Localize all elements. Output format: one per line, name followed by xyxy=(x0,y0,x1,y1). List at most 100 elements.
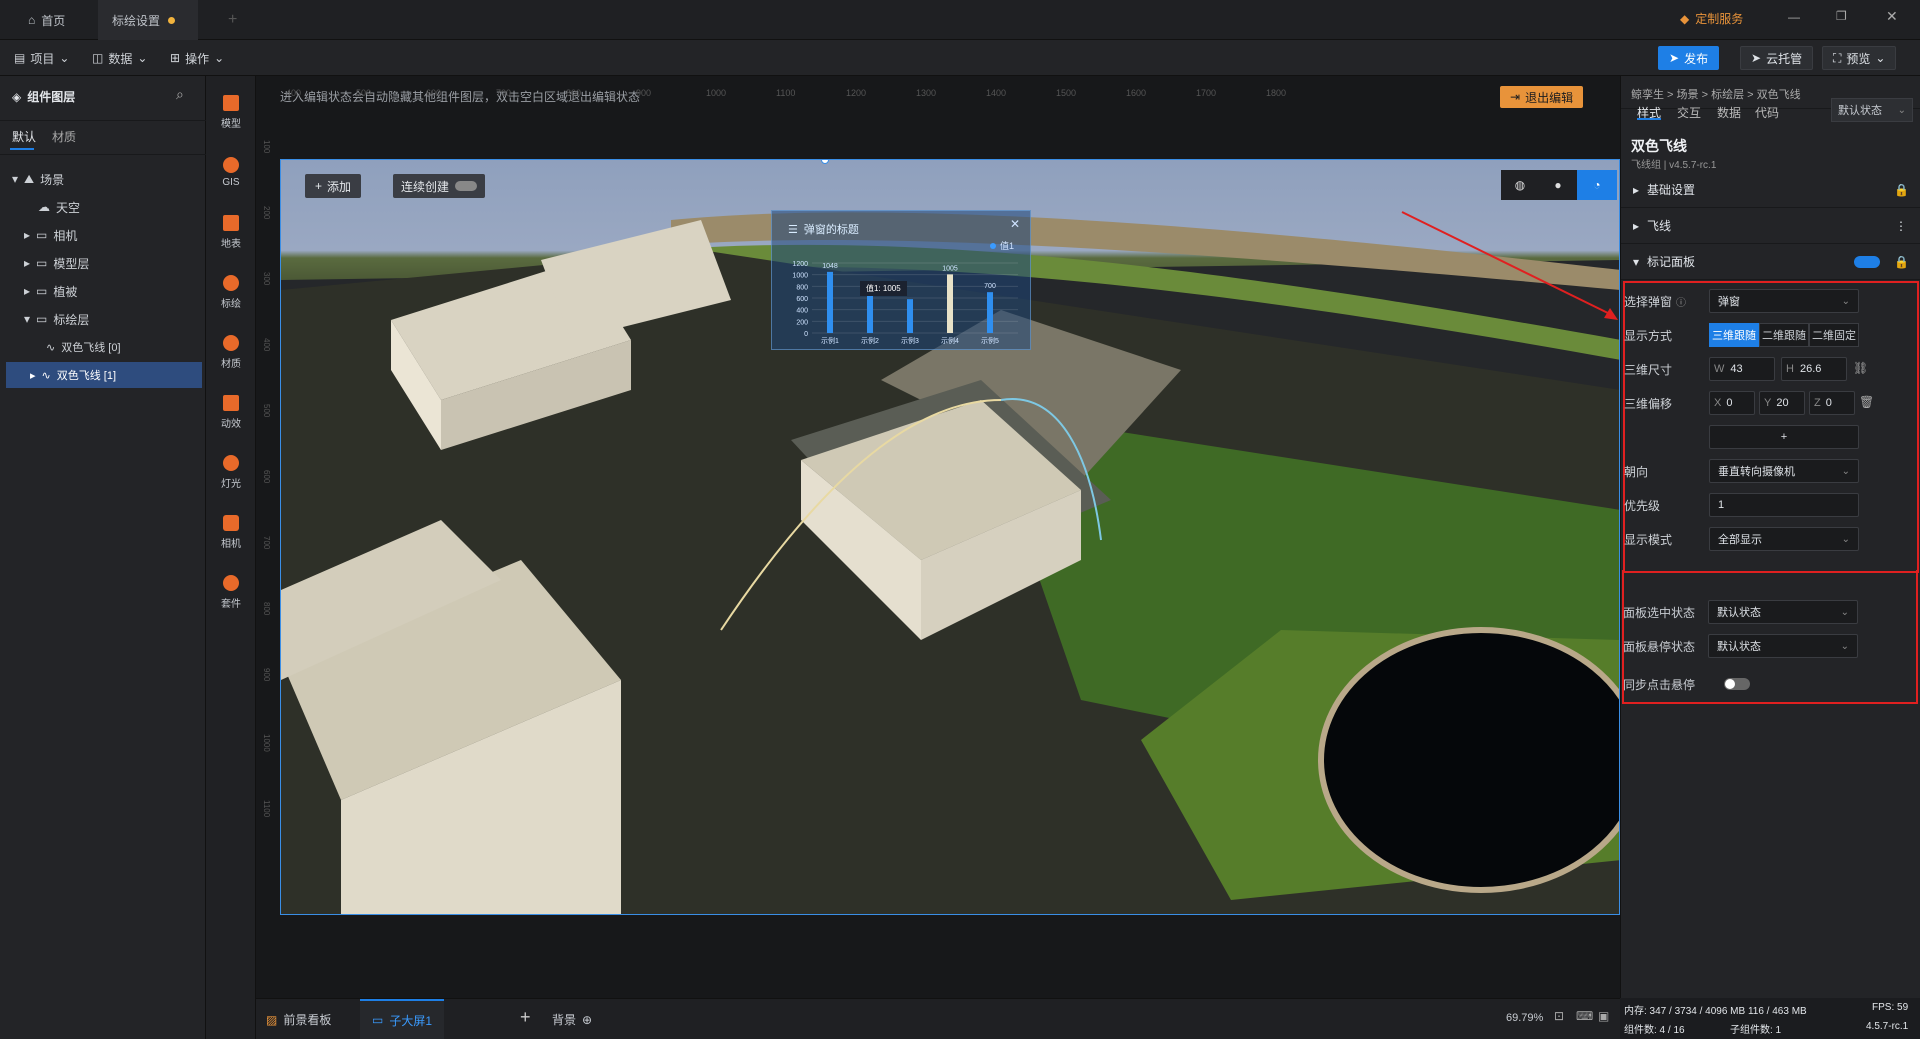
caret-down-icon: ▾ xyxy=(1633,254,1640,269)
add-offset-button[interactable]: + xyxy=(1709,425,1859,449)
close-icon[interactable]: ✕ xyxy=(1886,8,1898,25)
ruler-tick: 700 xyxy=(262,536,271,550)
orientation-select[interactable]: 垂直转向摄像机 ⌄ xyxy=(1709,459,1859,483)
tool-material[interactable]: 材质 xyxy=(206,324,256,380)
keyboard-icon[interactable]: ⌨ xyxy=(1576,1009,1593,1023)
star-icon xyxy=(223,394,239,411)
layers-title-label: 组件图层 xyxy=(27,90,76,104)
priority-input[interactable]: 1 xyxy=(1709,493,1859,517)
globe-view-icon[interactable]: ◍ xyxy=(1501,170,1539,200)
folder-icon: ▭ xyxy=(36,284,48,298)
sphere-view-icon[interactable]: ● xyxy=(1539,170,1577,200)
chevron-down-icon: ⌄ xyxy=(1875,51,1886,65)
sub-screen-tab[interactable]: ▭ 子大屏1 xyxy=(360,999,445,1039)
tool-camera[interactable]: 相机 xyxy=(206,504,256,560)
tab-annotation-settings[interactable]: 标绘设置 xyxy=(98,0,198,40)
offset-z-input[interactable]: Z0 xyxy=(1809,391,1855,415)
continuous-create-toggle[interactable]: 连续创建 xyxy=(393,174,486,198)
section-marker-panel[interactable]: ▾ 标记面板 🔒 xyxy=(1621,244,1920,280)
publish-button[interactable]: ➤ 发布 xyxy=(1658,46,1720,70)
category-label: 示例1 xyxy=(821,336,839,345)
orbit-view-icon[interactable]: ◔ xyxy=(1577,170,1617,200)
tree-item-scene[interactable]: ▾ ⛰ 场景 xyxy=(6,166,204,192)
lock-icon[interactable]: 🔒 xyxy=(1894,255,1909,269)
tree-item-flyline-0[interactable]: ∿ 双色飞线 [0] xyxy=(6,334,204,360)
custom-service-button[interactable]: ◆ 定制服务 xyxy=(1680,10,1743,27)
section-flyline[interactable]: ▸ 飞线 ⋮ xyxy=(1621,208,1920,244)
preview-button[interactable]: ⛶ 预览 ⌄ xyxy=(1822,46,1897,70)
popup-panel[interactable]: ☰ 弹窗的标题 ✕ 值1 1200 1000 800 600 400 200 0 1048 示例1… xyxy=(771,210,1031,350)
tree-item-annotation-layer[interactable]: ▾ ▭ 标绘层 xyxy=(6,306,204,332)
tree-item-camera[interactable]: ▸ ▭ 相机 xyxy=(6,222,204,248)
flyline-icon: ∿ xyxy=(46,341,56,354)
bar xyxy=(907,299,913,333)
add-screen-icon[interactable]: + xyxy=(520,1007,531,1028)
tool-model[interactable]: 模型 xyxy=(206,84,256,140)
priority-value: 1 xyxy=(1718,499,1725,511)
tool-kit[interactable]: 套件 xyxy=(206,564,256,620)
ruler-top: 400 500 600 700 800 900 1000 1100 1200 1300 1400 15… xyxy=(280,86,1620,104)
mode-3d-follow[interactable]: 三维跟随 xyxy=(1709,323,1759,347)
lock-icon[interactable]: 🔒 xyxy=(1894,183,1909,197)
board-icon: ▨ xyxy=(266,1012,278,1027)
tool-light[interactable]: 灯光 xyxy=(206,444,256,500)
tab-default[interactable]: 默认 xyxy=(12,128,36,145)
bar xyxy=(827,271,833,333)
tool-gis[interactable]: GIS xyxy=(206,144,256,200)
fit-icon[interactable]: ⊡ xyxy=(1554,1009,1564,1023)
show-mode-select[interactable]: 全部显示 ⌄ xyxy=(1709,527,1859,551)
zoom-level[interactable]: 69.79% xyxy=(1506,1012,1543,1024)
tab-interaction[interactable]: 交互 xyxy=(1677,104,1701,121)
popup-close-icon[interactable]: ✕ xyxy=(1010,217,1020,231)
tool-annotation[interactable]: 标绘 xyxy=(206,264,256,320)
tool-effect[interactable]: 动效 xyxy=(206,384,256,440)
trash-icon[interactable]: 🗑 xyxy=(1859,395,1874,409)
new-tab-icon[interactable]: + xyxy=(214,0,251,40)
tab-data[interactable]: 数据 xyxy=(1717,104,1741,121)
offset-x-input[interactable]: X0 xyxy=(1709,391,1755,415)
globe-icon xyxy=(223,156,239,173)
search-icon[interactable]: ⌕ xyxy=(176,86,184,103)
tree-item-flyline-1[interactable]: ▸ ∿ 双色飞线 [1] xyxy=(6,362,202,388)
restore-icon[interactable]: ❐ xyxy=(1836,9,1847,23)
add-button[interactable]: + 添加 xyxy=(305,174,362,198)
help-icon[interactable]: ⓘ xyxy=(1676,294,1686,309)
width-input[interactable]: W 43 xyxy=(1709,357,1775,381)
component-title: 双色飞线 xyxy=(1631,138,1687,154)
menu-project[interactable]: ▤ 项目 ⌄ xyxy=(14,40,69,76)
popup-select[interactable]: 弹窗 ⌄ xyxy=(1709,289,1859,313)
cloud-hosting-button[interactable]: ➤ 云托管 xyxy=(1740,46,1814,70)
foreground-board-tab[interactable]: ▨ 前景看板 xyxy=(266,1011,331,1028)
mode-2d-fixed[interactable]: 二维固定 xyxy=(1809,323,1859,347)
database-icon: ◫ xyxy=(92,51,104,65)
tree-item-vegetation[interactable]: ▸ ▭ 植被 xyxy=(6,278,204,304)
tab-home[interactable]: ⌂ 首页 xyxy=(14,0,79,40)
layers-title: ◈ 组件图层 xyxy=(12,88,75,105)
ruler-tick: 1000 xyxy=(262,734,271,752)
height-input[interactable]: H 26.6 xyxy=(1781,357,1847,381)
state-dropdown[interactable]: 默认状态 ⌄ xyxy=(1831,98,1913,122)
background-tab[interactable]: 背景 ⊕ xyxy=(552,1011,592,1028)
tree-item-model-layer[interactable]: ▸ ▭ 模型层 xyxy=(6,250,204,276)
mode-2d-follow[interactable]: 二维跟随 xyxy=(1759,323,1809,347)
tab-code[interactable]: 代码 xyxy=(1755,104,1779,121)
layers-icon: ◈ xyxy=(12,89,22,104)
bar xyxy=(867,290,873,333)
offset-y-input[interactable]: Y 20 xyxy=(1759,391,1805,415)
tree-item-sky[interactable]: ☁ 天空 xyxy=(6,194,204,220)
tab-material[interactable]: 材质 xyxy=(52,128,76,145)
chart-tooltip: 值1: 1005 xyxy=(860,281,907,296)
cloud-label: 云托管 xyxy=(1766,51,1803,66)
divider xyxy=(0,120,206,121)
minimize-icon[interactable]: — xyxy=(1788,10,1800,24)
marker-panel-toggle[interactable] xyxy=(1854,255,1881,268)
more-icon[interactable]: ⋮ xyxy=(1895,219,1907,233)
tool-terrain[interactable]: 地表 xyxy=(206,204,256,260)
menu-data[interactable]: ◫ 数据 ⌄ xyxy=(92,40,147,76)
highlight-box-lower xyxy=(1622,570,1918,704)
tree-item-label: 场景 xyxy=(40,172,65,187)
terminal-icon[interactable]: ▣ xyxy=(1598,1009,1609,1023)
link-icon[interactable]: ⛓ xyxy=(1853,361,1868,375)
section-basic[interactable]: ▸ 基础设置 🔒 xyxy=(1621,172,1920,208)
menu-operation[interactable]: ⊞ 操作 ⌄ xyxy=(170,40,224,76)
